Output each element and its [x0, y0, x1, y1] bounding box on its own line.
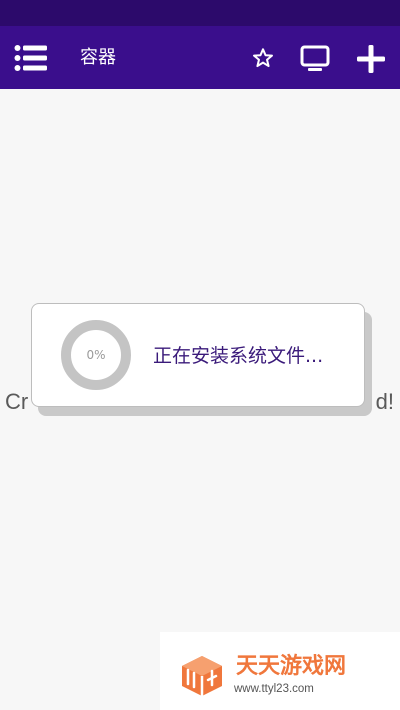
empty-state-text-right: d!: [375, 389, 394, 414]
monitor-icon[interactable]: [300, 45, 330, 73]
list-menu-icon[interactable]: [14, 44, 48, 72]
status-bar: [0, 0, 400, 26]
star-outline-icon[interactable]: [252, 47, 274, 69]
cube-logo-icon: [182, 656, 222, 696]
empty-state-text-left: Cr: [5, 389, 29, 414]
progress-dialog: 0% 正在安装系统文件...: [31, 303, 365, 407]
watermark-title: 天天游戏网: [236, 654, 347, 679]
plus-icon[interactable]: [356, 44, 386, 74]
progress-percent: 0%: [86, 348, 106, 362]
app-bar: [0, 26, 400, 89]
app-title: 容器: [80, 47, 116, 68]
dialog-message: 正在安装系统文件...: [153, 345, 324, 367]
watermark-url: www.ttyl23.com: [234, 683, 314, 695]
